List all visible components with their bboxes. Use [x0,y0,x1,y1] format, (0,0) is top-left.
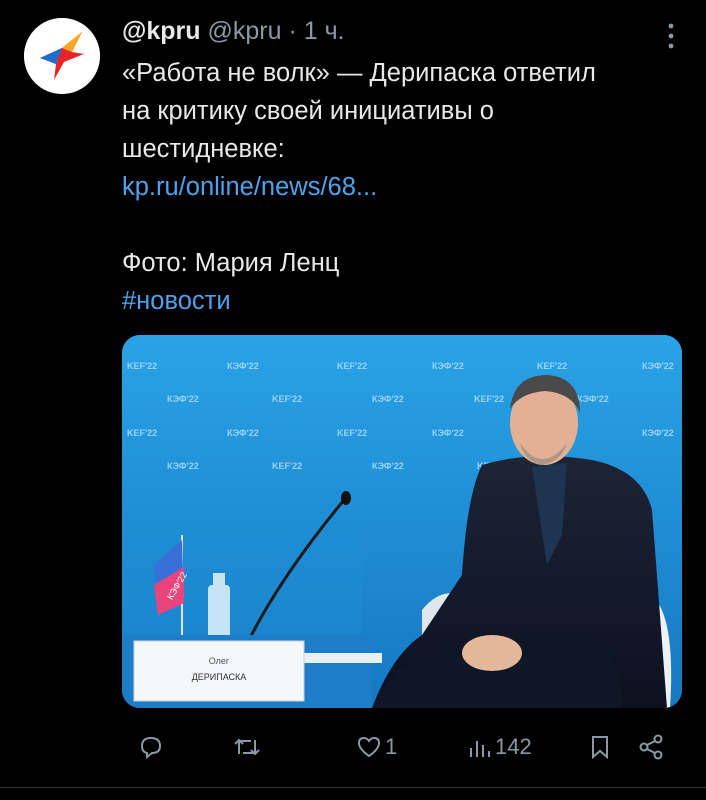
more-options-icon[interactable] [666,22,676,50]
reply-icon [140,736,162,760]
banner-text: KEF'22 [127,428,157,438]
like-count: 1 [385,734,398,759]
tweet-text-line: шестидневке: [122,135,285,163]
banner-text: KEF'22 [127,361,157,371]
avatar[interactable] [24,18,100,94]
like-button[interactable]: 1 [356,730,397,764]
retweet-button[interactable] [232,730,265,764]
views-count: 142 [495,734,532,759]
banner-text: KEF'22 [337,361,367,371]
reply-button[interactable] [138,730,167,764]
tweet-text-line: на критику своей инициативы о [122,97,494,125]
banner-text: КЭФ'22 [432,361,464,371]
display-name[interactable]: @kpru [122,17,201,45]
divider [0,787,706,788]
tweet-header: @kpru @kpru · 1 ч. [122,14,345,48]
banner-text: КЭФ'22 [642,428,674,438]
tweet-text: «Работа не волк» — Дерипаска ответил на … [122,54,682,320]
photo-scene: KEF'22 КЭФ'22 KEF'22 КЭФ'22 KEF'22 КЭФ'2… [122,335,682,708]
tweet-text-line: «Работа не волк» — Дерипаска ответил [122,59,596,87]
banner-text: КЭФ'22 [167,461,199,471]
banner-text: KEF'22 [337,428,367,438]
tweet-photo[interactable]: KEF'22 КЭФ'22 KEF'22 КЭФ'22 KEF'22 КЭФ'2… [122,335,682,708]
views-button[interactable]: 142 [468,730,532,764]
banner-text: КЭФ'22 [577,394,609,404]
hashtag-link[interactable]: #новости [122,282,682,320]
views-icon [470,741,490,757]
banner-text: KEF'22 [272,394,302,404]
kp-logo-icon [24,18,100,94]
banner-text: КЭФ'22 [372,394,404,404]
banner-text: KEF'22 [537,361,567,371]
timestamp[interactable]: · 1 ч. [288,17,344,45]
tweet[interactable]: @kpru @kpru · 1 ч. «Работа не волк» — Де… [0,0,706,800]
share-icon [639,734,663,760]
bookmark-icon [592,736,608,760]
banner-text: КЭФ'22 [227,428,259,438]
banner-text: КЭФ'22 [227,361,259,371]
banner-text: КЭФ'22 [372,461,404,471]
nameplate-last: ДЕРИПАСКА [192,672,247,682]
banner-text: KEF'22 [272,461,302,471]
banner-text: КЭФ'22 [167,394,199,404]
banner-text: КЭФ'22 [432,428,464,438]
banner-text: KEF'22 [474,394,504,404]
photo-credit: Фото: Мария Ленц [122,249,340,277]
retweet-icon [234,738,260,756]
share-button[interactable] [638,730,664,764]
handle[interactable]: @kpru [208,17,282,45]
bookmark-button[interactable] [589,730,611,764]
tweet-actions: 1 142 [0,722,706,772]
nameplate-first: Олег [209,656,230,666]
banner-text: КЭФ'22 [642,361,674,371]
heart-icon [357,736,381,758]
news-link[interactable]: kp.ru/online/news/68... [122,168,682,206]
